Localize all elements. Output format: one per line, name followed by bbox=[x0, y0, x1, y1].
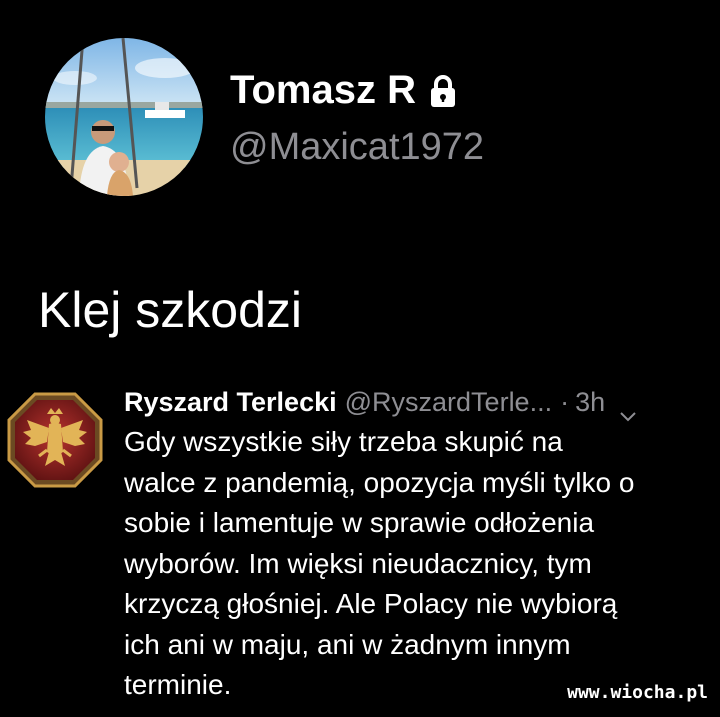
quoted-tweet-line: Gdy wszystkie siły trzeba skupić na bbox=[124, 426, 563, 457]
quoted-tweet-body: Gdy wszystkie siły trzeba skupić na walc… bbox=[124, 422, 714, 706]
quoted-tweet-line: krzyczą głośniej. Ale Polacy nie wybiorą bbox=[124, 588, 618, 619]
quoted-author-handle[interactable]: @RyszardTerle... bbox=[345, 384, 552, 420]
tweet-text: Klej szkodzi bbox=[38, 282, 302, 338]
quoted-author-name[interactable]: Ryszard Terlecki bbox=[124, 384, 337, 420]
display-name-text: Tomasz R bbox=[230, 68, 416, 112]
chevron-down-icon[interactable] bbox=[619, 396, 637, 422]
profile-photo bbox=[45, 38, 203, 196]
header-separator: · bbox=[560, 387, 570, 417]
quoted-tweet-line: ich ani w maju, ani w żadnym innym bbox=[124, 628, 571, 660]
eagle-emblem-icon bbox=[7, 392, 103, 488]
quoted-tweet-line: sobie i lamentuje w sprawie odłożenia bbox=[124, 507, 595, 538]
quoted-tweet-header: Ryszard Terlecki @RyszardTerle... · 3h bbox=[124, 384, 637, 422]
display-name[interactable]: Tomasz R bbox=[230, 66, 458, 114]
quoted-tweet-time[interactable]: 3h bbox=[575, 384, 605, 420]
lock-icon bbox=[428, 72, 458, 108]
quoted-tweet-line: wyborów. Im więksi nieudacznicy, tym bbox=[124, 547, 592, 579]
quoted-author-avatar[interactable] bbox=[5, 390, 105, 490]
site-watermark: www.wiocha.pl bbox=[567, 682, 708, 703]
profile-avatar[interactable] bbox=[45, 38, 203, 196]
profile-handle[interactable]: @Maxicat1972 bbox=[230, 124, 484, 170]
quoted-tweet-line: walce z pandemią, opozycja myśli tylko o bbox=[124, 466, 635, 498]
